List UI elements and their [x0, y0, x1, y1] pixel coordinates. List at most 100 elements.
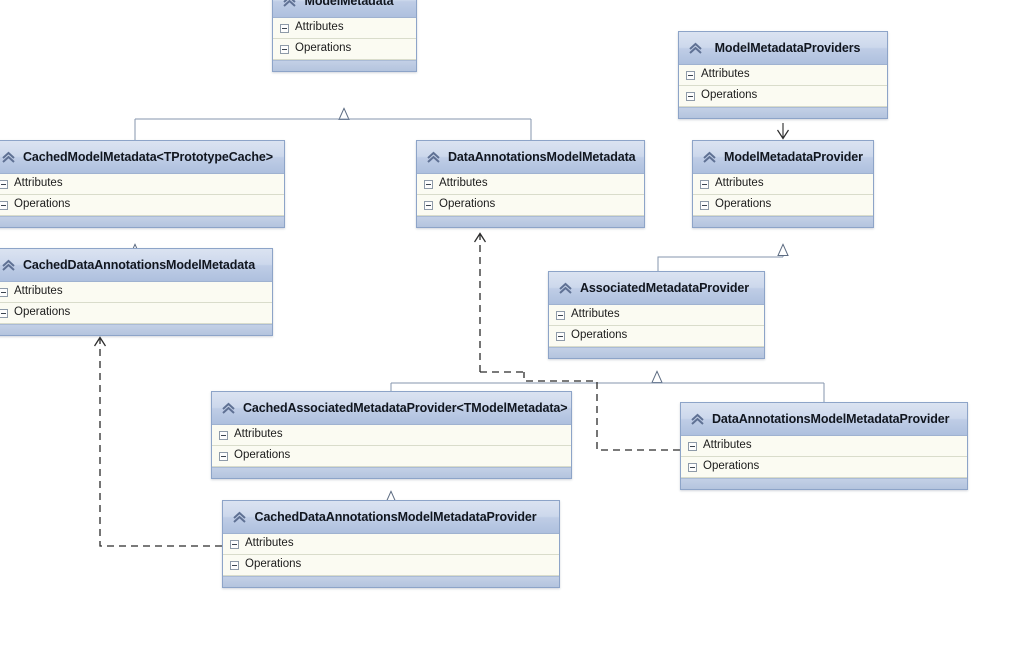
uml-operations-row[interactable]: Operations [679, 86, 887, 107]
class-chevron-icon [425, 149, 442, 166]
collapse-icon[interactable] [556, 310, 565, 320]
uml-operations-label: Operations [14, 198, 71, 211]
collapse-icon[interactable] [230, 539, 239, 549]
collapse-icon[interactable] [556, 331, 565, 341]
uml-operations-row[interactable]: Operations [549, 326, 764, 347]
uml-attributes-label: Attributes [295, 21, 344, 34]
uml-attributes-row[interactable]: Attributes [417, 174, 644, 195]
uml-attributes-row[interactable]: Attributes [273, 18, 416, 39]
uml-attributes-label: Attributes [14, 285, 63, 298]
collapse-icon[interactable] [219, 430, 228, 440]
uml-class-title: AssociatedMetadataProvider [580, 281, 749, 295]
collapse-icon[interactable] [0, 308, 8, 318]
uml-class-title: DataAnnotationsModelMetadata [448, 150, 636, 164]
uml-operations-label: Operations [703, 460, 760, 473]
uml-class-footer [549, 347, 764, 358]
uml-compartments: Attributes Operations [679, 65, 887, 107]
uml-operations-row[interactable]: Operations [223, 555, 559, 576]
uml-class-model-metadata-providers[interactable]: ModelMetadataProviders Attributes Operat… [678, 31, 888, 119]
uml-operations-row[interactable]: Operations [212, 446, 571, 467]
uml-operations-row[interactable]: Operations [681, 457, 967, 478]
collapse-icon[interactable] [688, 462, 697, 472]
uml-compartments: Attributes Operations [417, 174, 644, 216]
collapse-icon[interactable] [0, 179, 8, 189]
uml-class-cached-data-annotations-model-metadata[interactable]: CachedDataAnnotationsModelMetadata Attri… [0, 248, 273, 336]
collapse-icon[interactable] [230, 560, 239, 570]
class-chevron-icon [281, 0, 298, 10]
class-chevron-icon [0, 257, 17, 274]
uml-operations-label: Operations [571, 329, 628, 342]
uml-compartments: Attributes Operations [549, 305, 764, 347]
uml-operations-row[interactable]: Operations [0, 195, 284, 216]
uml-class-data-annotations-model-metadata-provider[interactable]: DataAnnotationsModelMetadataProvider Att… [680, 402, 968, 490]
uml-operations-row[interactable]: Operations [273, 39, 416, 60]
uml-class-cached-associated-metadata-provider[interactable]: CachedAssociatedMetadataProvider<TModelM… [211, 391, 572, 479]
edge-generalization-associated-metadata-provider-bar [657, 256, 783, 271]
collapse-icon[interactable] [280, 44, 289, 54]
uml-compartments: Attributes Operations [681, 436, 967, 478]
uml-operations-label: Operations [245, 558, 302, 571]
class-chevron-icon [231, 509, 248, 526]
uml-operations-row[interactable]: Operations [417, 195, 644, 216]
class-chevron-icon [689, 411, 706, 428]
uml-operations-label: Operations [715, 198, 772, 211]
uml-compartments: Attributes Operations [273, 18, 416, 60]
uml-attributes-row[interactable]: Attributes [681, 436, 967, 457]
uml-class-title: ModelMetadataProvider [724, 150, 863, 164]
uml-class-model-metadata-provider[interactable]: ModelMetadataProvider Attributes Operati… [692, 140, 874, 228]
uml-operations-label: Operations [14, 306, 71, 319]
uml-operations-label: Operations [701, 89, 758, 102]
collapse-icon[interactable] [280, 23, 289, 33]
collapse-icon[interactable] [686, 91, 695, 101]
uml-class-header: CachedModelMetadata<TPrototypeCache> [0, 141, 284, 174]
uml-class-header: CachedDataAnnotationsModelMetadataProvid… [223, 501, 559, 534]
uml-attributes-label: Attributes [703, 439, 752, 452]
uml-class-footer [223, 576, 559, 587]
uml-class-header: ModelMetadataProviders [679, 32, 887, 65]
uml-operations-row[interactable]: Operations [0, 303, 272, 324]
class-chevron-icon [0, 149, 17, 166]
collapse-icon[interactable] [424, 200, 433, 210]
uml-class-footer [212, 467, 571, 478]
uml-class-cached-data-annotations-model-metadata-provider[interactable]: CachedDataAnnotationsModelMetadataProvid… [222, 500, 560, 588]
uml-attributes-row[interactable]: Attributes [693, 174, 873, 195]
uml-class-header: ModelMetadataProvider [693, 141, 873, 174]
uml-class-model-metadata[interactable]: ModelMetadata Attributes Operations [272, 0, 417, 72]
uml-attributes-row[interactable]: Attributes [679, 65, 887, 86]
class-chevron-icon [701, 149, 718, 166]
uml-class-associated-metadata-provider[interactable]: AssociatedMetadataProvider Attributes Op… [548, 271, 765, 359]
collapse-icon[interactable] [0, 287, 8, 297]
collapse-icon[interactable] [700, 200, 709, 210]
uml-class-title: ModelMetadata [304, 0, 394, 8]
uml-class-title: CachedDataAnnotationsModelMetadata [23, 258, 256, 272]
uml-class-title: ModelMetadataProviders [714, 41, 861, 55]
uml-class-footer [693, 216, 873, 227]
uml-compartments: Attributes Operations [223, 534, 559, 576]
uml-operations-row[interactable]: Operations [693, 195, 873, 216]
uml-class-title: DataAnnotationsModelMetadataProvider [712, 412, 950, 426]
uml-class-footer [0, 324, 272, 335]
uml-class-data-annotations-model-metadata[interactable]: DataAnnotationsModelMetadata Attributes … [416, 140, 645, 228]
collapse-icon[interactable] [0, 200, 8, 210]
uml-attributes-row[interactable]: Attributes [212, 425, 571, 446]
collapse-icon[interactable] [688, 441, 697, 451]
uml-attributes-label: Attributes [701, 68, 750, 81]
uml-attributes-row[interactable]: Attributes [0, 174, 284, 195]
class-chevron-icon [220, 400, 237, 417]
uml-class-title: CachedModelMetadata<TPrototypeCache> [23, 150, 273, 164]
uml-attributes-row[interactable]: Attributes [549, 305, 764, 326]
collapse-icon[interactable] [686, 70, 695, 80]
uml-attributes-row[interactable]: Attributes [223, 534, 559, 555]
uml-attributes-label: Attributes [571, 308, 620, 321]
uml-class-footer [681, 478, 967, 489]
uml-attributes-row[interactable]: Attributes [0, 282, 272, 303]
uml-class-title: CachedDataAnnotationsModelMetadataProvid… [254, 510, 537, 524]
collapse-icon[interactable] [424, 179, 433, 189]
uml-operations-label: Operations [234, 449, 291, 462]
collapse-icon[interactable] [219, 451, 228, 461]
collapse-icon[interactable] [700, 179, 709, 189]
uml-class-cached-model-metadata[interactable]: CachedModelMetadata<TPrototypeCache> Att… [0, 140, 285, 228]
edge-dependency-cached-data-annotations-provider-to-metadata [100, 338, 222, 547]
class-chevron-icon [687, 40, 704, 57]
uml-compartments: Attributes Operations [693, 174, 873, 216]
